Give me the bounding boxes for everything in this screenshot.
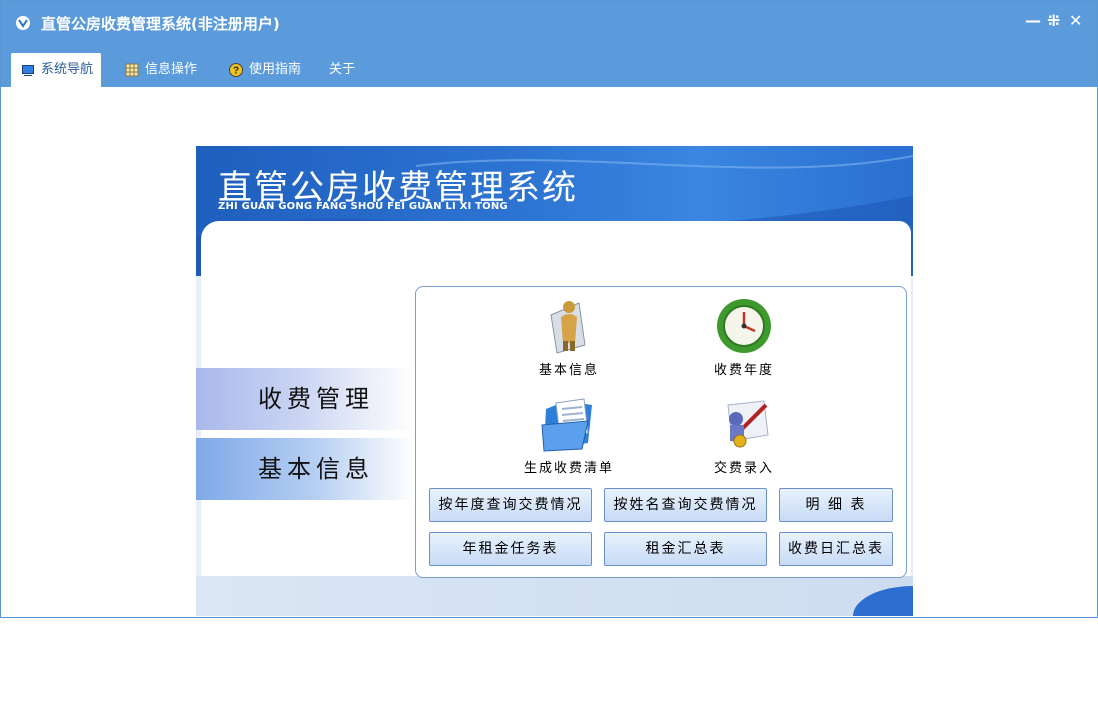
menu-item-label: 使用指南: [249, 62, 302, 77]
annual-rent-task-button[interactable]: 年租金任务表: [429, 532, 592, 566]
svg-text:?: ?: [233, 66, 239, 77]
menu-item-label: 系统导航: [41, 62, 94, 77]
function-label: 收费年度: [713, 363, 774, 378]
menu-item-label: 信息操作: [145, 62, 198, 77]
sidebar-tab-fee-management[interactable]: 收费管理: [196, 368, 414, 430]
function-label: 生成收费清单: [523, 461, 614, 476]
function-fee-year[interactable]: 收费年度: [679, 297, 809, 378]
restore-icon[interactable]: ⁜: [1047, 11, 1060, 30]
function-generate-list[interactable]: 生成收费清单: [504, 395, 634, 476]
function-label: 基本信息: [538, 363, 599, 378]
function-payment-entry[interactable]: 交费录入: [679, 395, 809, 476]
query-by-name-button[interactable]: 按姓名查询交费情况: [604, 488, 767, 522]
help-icon: ?: [229, 63, 243, 77]
menu-item-about[interactable]: 关于: [319, 53, 363, 87]
monitor-icon: [22, 65, 34, 76]
menu-item-info-ops[interactable]: 信息操作: [115, 53, 205, 87]
detail-table-button[interactable]: 明 细 表: [779, 488, 893, 522]
navigation-panel: 直管公房收费管理系统 ZHI GUAN GONG FANG SHOU FEI G…: [196, 146, 913, 616]
window-title: 直管公房收费管理系统(非注册用户): [41, 15, 280, 33]
sidebar-tab-basic-info[interactable]: 基本信息: [196, 438, 414, 500]
app-logo-icon: [16, 16, 30, 30]
app-window: 直管公房收费管理系统(非注册用户) — ⁜ ✕ 系统导航 信息操作 ? 使用指南…: [0, 0, 1098, 618]
function-box: 基本信息 收费年度 生成收费清单 交费录入 按年度查询交费情况 按姓名查询交费情…: [415, 286, 907, 578]
menu-item-system-nav[interactable]: 系统导航: [11, 53, 102, 87]
document-folder-icon: [541, 398, 592, 452]
query-by-year-button[interactable]: 按年度查询交费情况: [429, 488, 592, 522]
grid-icon: [125, 63, 139, 77]
function-basic-info[interactable]: 基本信息: [504, 297, 634, 378]
bottom-strip: [196, 576, 913, 616]
menu-bar: 系统导航 信息操作 ? 使用指南 关于: [1, 45, 1097, 87]
minimize-icon[interactable]: —: [1025, 11, 1041, 30]
rent-summary-button[interactable]: 租金汇总表: [604, 532, 767, 566]
person-info-icon: [550, 301, 586, 354]
clock-icon: [717, 299, 771, 353]
close-icon[interactable]: ✕: [1069, 11, 1082, 30]
payment-entry-icon: [727, 400, 769, 448]
menu-item-label: 关于: [329, 62, 356, 77]
daily-summary-button[interactable]: 收费日汇总表: [779, 532, 893, 566]
function-label: 交费录入: [713, 461, 774, 476]
title-bar[interactable]: 直管公房收费管理系统(非注册用户) — ⁜ ✕: [1, 1, 1097, 45]
menu-item-guide[interactable]: ? 使用指南: [219, 53, 309, 87]
banner-subtitle: ZHI GUAN GONG FANG SHOU FEI GUAN LI XI T…: [218, 201, 508, 212]
